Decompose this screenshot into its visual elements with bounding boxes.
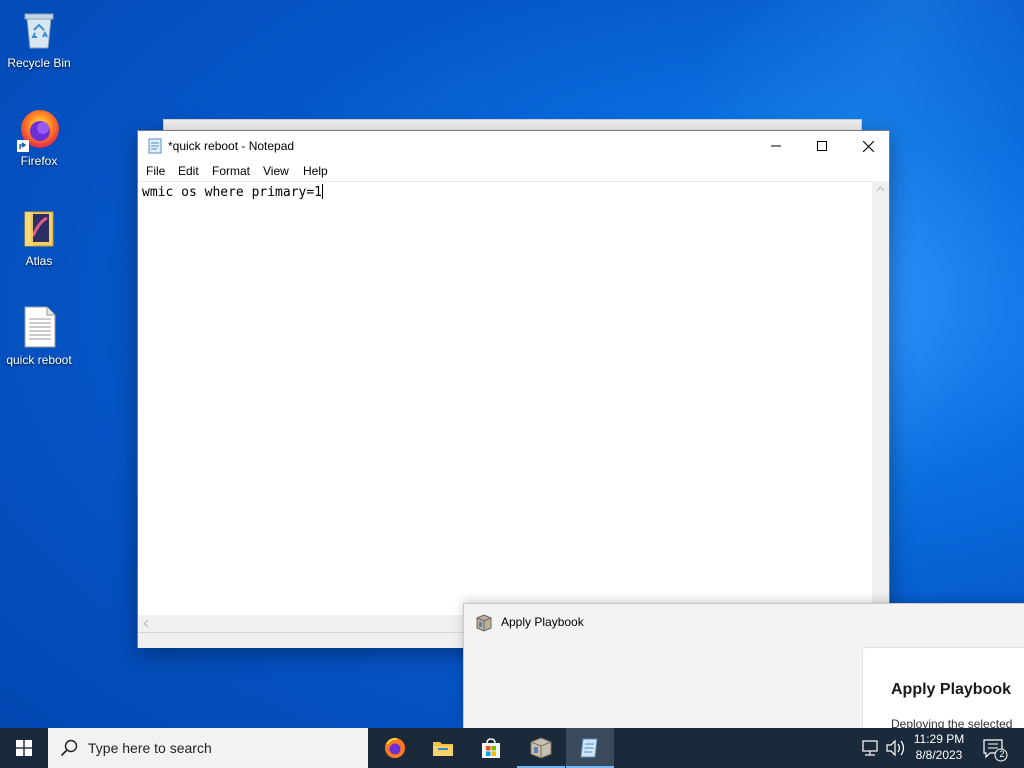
minimize-button[interactable] [753,131,799,161]
desktop-icon-recycle-bin[interactable]: Recycle Bin [1,8,77,70]
search-icon [60,739,78,757]
maximize-icon [817,141,827,151]
taskbar-firefox[interactable] [371,728,419,768]
system-clock[interactable]: 11:29 PM 8/8/2023 [907,731,971,763]
scroll-left-icon[interactable] [138,615,155,632]
desktop-icon-label: Recycle Bin [7,56,71,70]
search-placeholder: Type here to search [88,740,212,756]
desktop-icon-label: Firefox [20,154,58,168]
notification-icon [983,739,1008,762]
close-icon [862,140,874,152]
close-button[interactable] [845,131,891,161]
card-heading: Apply Playbook [891,681,1012,698]
desktop-icon-atlas[interactable]: Atlas [1,206,77,268]
desktop-icon-label: Atlas [25,254,53,268]
menu-view[interactable]: View [263,164,289,178]
scroll-up-icon[interactable] [872,181,889,198]
clock-time: 11:29 PM [913,732,965,746]
menu-file[interactable]: File [146,164,165,178]
network-tray[interactable] [860,728,882,768]
start-button[interactable] [0,728,48,768]
notepad-icon [580,738,598,758]
editor-content: wmic os where primary=1 [142,185,323,200]
taskbar-file-explorer[interactable] [419,728,467,768]
menu-help[interactable]: Help [303,164,328,178]
desktop-icon-label: quick reboot [6,353,72,367]
playbook-app-icon [474,613,494,633]
vertical-scrollbar[interactable] [872,181,889,615]
taskbar: Type here to search 11:29 PM 8/8/2023 2 [0,728,1024,768]
firefox-icon [17,106,61,152]
maximize-button[interactable] [799,131,845,161]
menu-format[interactable]: Format [212,164,250,178]
title-bar[interactable]: *quick reboot - Notepad [138,131,889,161]
search-box[interactable]: Type here to search [48,728,368,768]
network-icon [862,740,878,756]
taskbar-store[interactable] [467,728,515,768]
volume-icon [886,739,905,757]
progress-card: Apply Playbook Deploying the selected [862,647,1024,737]
recycle-bin-icon [17,8,61,52]
clock-date: 8/8/2023 [915,748,963,762]
apply-playbook-window[interactable]: Apply Playbook Apply Playbook Deploying … [463,603,1024,737]
taskbar-playbook-app[interactable] [517,728,565,768]
volume-tray[interactable] [884,728,906,768]
firefox-icon [385,737,405,758]
desktop-icon-firefox[interactable]: Firefox [1,106,77,168]
file-explorer-icon [433,742,453,756]
window-title: Apply Playbook [501,615,584,629]
menu-bar: File Edit Format View Help [138,161,889,181]
menu-edit[interactable]: Edit [178,164,199,178]
notepad-window[interactable]: *quick reboot - Notepad File Edit Format… [137,130,890,648]
store-icon [482,738,500,758]
taskbar-notepad[interactable] [566,728,614,768]
playbook-app-icon [530,737,552,759]
windows-logo-icon [16,740,32,756]
action-center-button[interactable]: 2 [980,728,1010,768]
desktop-icon-quick-reboot[interactable]: quick reboot [1,305,77,367]
text-file-icon [17,305,61,349]
folder-icon [17,206,61,250]
text-caret [322,184,324,199]
text-editor[interactable]: wmic os where primary=1 [138,181,874,615]
minimize-icon [771,145,781,147]
notepad-icon [147,138,163,154]
notification-count-badge: 2 [999,749,1005,759]
window-title: *quick reboot - Notepad [168,139,295,153]
